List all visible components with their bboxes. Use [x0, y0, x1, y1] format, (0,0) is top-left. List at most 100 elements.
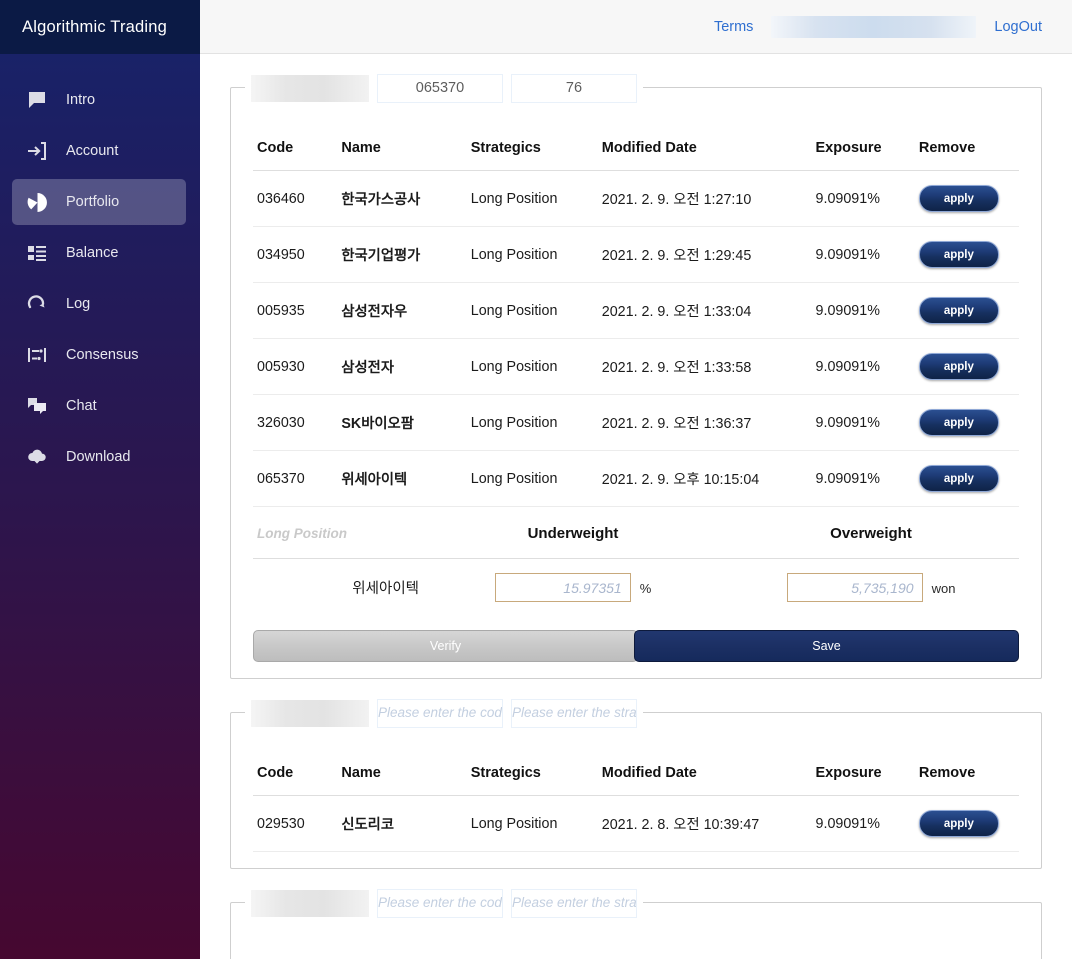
cell-name: 한국기업평가: [337, 226, 467, 283]
terms-link[interactable]: Terms: [714, 19, 753, 35]
col-name: Name: [337, 126, 467, 171]
topbar: Terms LogOut: [200, 0, 1072, 54]
app-title: Algorithmic Trading: [0, 0, 200, 54]
cell-strategics: Long Position: [466, 170, 598, 227]
table-row: 326030 SK바이오팜 Long Position 2021. 2. 9. …: [253, 394, 1019, 451]
col-date: Modified Date: [597, 751, 812, 796]
underweight-input[interactable]: [494, 573, 631, 602]
sidebar-item-label: Consensus: [66, 347, 139, 363]
panel-legend: [245, 70, 643, 106]
sidebar-item-label: Portfolio: [66, 194, 120, 210]
sidebar-item-label: Chat: [66, 398, 97, 414]
save-button[interactable]: Save: [634, 630, 1019, 662]
pie-chart-icon: [26, 191, 48, 213]
table-row: 036460 한국가스공사 Long Position 2021. 2. 9. …: [253, 170, 1019, 227]
code-input[interactable]: [377, 73, 503, 103]
table-row: 005930 삼성전자 Long Position 2021. 2. 9. 오전…: [253, 338, 1019, 395]
underweight-cell: %: [423, 559, 723, 617]
cloud-download-icon: [26, 446, 48, 468]
weights-row: 위세아이텍 % won: [253, 559, 1019, 617]
col-exposure: Exposure: [811, 751, 915, 796]
cell-code: 065370: [253, 450, 338, 507]
sidebar-item-consensus[interactable]: Consensus: [12, 332, 186, 378]
cell-date: 2021. 2. 9. 오전 1:33:04: [597, 282, 812, 339]
sidebar: Algorithmic Trading Intro Account Portfo…: [0, 0, 200, 959]
cell-date: 2021. 2. 9. 오전 1:36:37: [597, 394, 812, 451]
logout-link[interactable]: LogOut: [994, 19, 1042, 35]
cell-name: 위세아이텍: [337, 450, 467, 507]
strategics-input[interactable]: [511, 888, 637, 918]
cell-code: 034950: [253, 226, 338, 283]
cell-code: 036460: [253, 170, 338, 227]
cell-name: 삼성전자우: [337, 282, 467, 339]
cell-date: 2021. 2. 9. 오전 1:29:45: [597, 226, 812, 283]
cell-exposure: 9.09091%: [811, 226, 915, 283]
cell-date: 2021. 2. 9. 오후 10:15:04: [597, 450, 812, 507]
apply-button[interactable]: apply: [918, 810, 999, 837]
cell-strategics: Long Position: [466, 795, 598, 852]
col-code: Code: [253, 126, 338, 171]
main-area: Terms LogOut Code Name Strategics Modifi…: [200, 0, 1072, 959]
apply-button[interactable]: apply: [918, 241, 999, 268]
verify-button[interactable]: Verify: [253, 630, 638, 662]
panel-legend: [245, 885, 643, 921]
sidebar-item-log[interactable]: Log: [12, 281, 186, 327]
col-strategics: Strategics: [466, 126, 598, 171]
apply-button[interactable]: apply: [918, 353, 999, 380]
apply-button[interactable]: apply: [918, 297, 999, 324]
overweight-unit: won: [931, 580, 956, 596]
cell-exposure: 9.09091%: [811, 338, 915, 395]
code-input[interactable]: [377, 698, 503, 728]
code-input[interactable]: [377, 888, 503, 918]
sidebar-item-portfolio[interactable]: Portfolio: [12, 179, 186, 225]
cell-exposure: 9.09091%: [811, 394, 915, 451]
sidebar-item-download[interactable]: Download: [12, 434, 186, 480]
cell-name: 신도리코: [337, 795, 467, 852]
cell-code: 326030: [253, 394, 338, 451]
table-body: 036460 한국가스공사 Long Position 2021. 2. 9. …: [253, 170, 1019, 507]
sidebar-item-label: Download: [66, 449, 131, 465]
quantity-input[interactable]: [511, 73, 637, 103]
sidebar-item-balance[interactable]: Balance: [12, 230, 186, 276]
user-name-redacted: [771, 15, 977, 38]
weights-table: Long Position Underweight Overweight 위세아…: [253, 509, 1019, 616]
sidebar-item-chat[interactable]: Chat: [12, 383, 186, 429]
table-header-row: Code Name Strategics Modified Date Expos…: [253, 126, 1019, 171]
sidebar-item-account[interactable]: Account: [12, 128, 186, 174]
sidebar-nav: Intro Account Portfolio Balance Log Cons…: [0, 54, 200, 480]
position-type-label: Long Position: [253, 509, 423, 559]
sidebar-item-intro[interactable]: Intro: [12, 77, 186, 123]
col-name: Name: [337, 751, 467, 796]
holdings-table: Code Name Strategics Modified Date Expos…: [253, 751, 1019, 852]
apply-button[interactable]: apply: [918, 465, 999, 492]
cell-name: SK바이오팜: [337, 394, 467, 451]
refresh-arrow-icon: [26, 293, 48, 315]
panel-title-redacted: [251, 699, 369, 727]
cell-exposure: 9.09091%: [811, 282, 915, 339]
speech-bubble-icon: [26, 89, 48, 111]
apply-button[interactable]: apply: [918, 409, 999, 436]
strategics-input[interactable]: [511, 698, 637, 728]
cell-code: 005930: [253, 338, 338, 395]
action-buttons: Verify Save: [253, 630, 1019, 662]
chat-windows-icon: [26, 395, 48, 417]
list-blocks-icon: [26, 242, 48, 264]
sidebar-item-label: Intro: [66, 92, 96, 108]
overweight-input[interactable]: [786, 573, 923, 602]
table-row: 065370 위세아이텍 Long Position 2021. 2. 9. 오…: [253, 450, 1019, 507]
content: Code Name Strategics Modified Date Expos…: [200, 70, 1072, 959]
cell-name: 한국가스공사: [337, 170, 467, 227]
cell-strategics: Long Position: [466, 226, 598, 283]
weights-header-row: Long Position Underweight Overweight: [253, 509, 1019, 559]
cell-date: 2021. 2. 8. 오전 10:39:47: [597, 795, 812, 852]
col-exposure: Exposure: [811, 126, 915, 171]
sidebar-item-label: Account: [66, 143, 119, 159]
col-date: Modified Date: [597, 126, 812, 171]
cell-strategics: Long Position: [466, 282, 598, 339]
overweight-cell: won: [723, 559, 1019, 617]
cell-code: 029530: [253, 795, 338, 852]
app-root: Algorithmic Trading Intro Account Portfo…: [0, 0, 1072, 959]
underweight-unit: %: [639, 580, 652, 596]
login-arrow-icon: [26, 140, 48, 162]
apply-button[interactable]: apply: [918, 185, 999, 212]
